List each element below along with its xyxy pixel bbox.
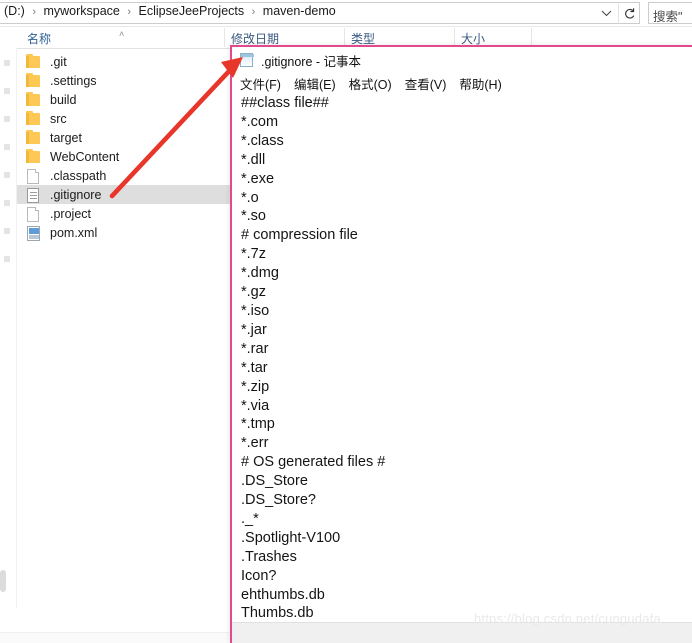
search-input[interactable]: 搜索": [648, 2, 692, 24]
text-line: *.com: [241, 113, 279, 130]
text-line: *.class: [241, 132, 284, 149]
chevron-down-icon[interactable]: [596, 3, 616, 23]
notepad-icon: [239, 52, 255, 68]
text-line: *.7z: [241, 246, 266, 263]
file-name: build: [50, 92, 77, 107]
breadcrumb-item-eclipsejeeprojects[interactable]: EclipseJeeProjects: [139, 4, 245, 18]
text-line: .DS_Store?: [241, 492, 316, 509]
file-name: target: [50, 130, 82, 145]
text-line: .Spotlight-V100: [241, 529, 341, 546]
breadcrumb-separator: ›: [32, 6, 36, 18]
text-line: Icon?: [241, 567, 277, 584]
notepad-text-area[interactable]: ##class file## *.com *.class *.dll *.exe…: [232, 94, 692, 623]
window-title: .gitignore - 记事本: [261, 54, 362, 69]
text-line: *.exe: [241, 170, 275, 187]
file-name: src: [50, 111, 67, 126]
text-line: *.tar: [241, 359, 268, 376]
folder-icon: [26, 129, 42, 146]
file-name: .git: [50, 54, 67, 69]
text-line: *.tmp: [241, 416, 275, 433]
folder-icon: [26, 110, 42, 127]
nav-tree-node[interactable]: [4, 256, 10, 262]
sort-ascending-icon: ˄: [119, 29, 125, 39]
screenshot-root: (D:) › myworkspace › EclipseJeeProjects …: [0, 0, 692, 643]
text-line: ._*: [241, 510, 259, 527]
breadcrumb-item-drive[interactable]: (D:): [4, 4, 25, 18]
notepad-menu-bar: 文件(F) 编辑(E) 格式(O) 查看(V) 帮助(H): [232, 73, 692, 94]
breadcrumb-separator: ›: [127, 6, 132, 18]
scrollbar-thumb[interactable]: [0, 570, 6, 592]
menu-format[interactable]: 格式(O): [349, 74, 392, 93]
text-line: *.zip: [241, 378, 270, 395]
document-icon: [26, 168, 42, 184]
text-file-icon: [26, 187, 42, 203]
menu-help[interactable]: 帮助(H): [459, 74, 501, 93]
nav-tree-node[interactable]: [4, 116, 10, 122]
folder-icon: [26, 72, 42, 89]
text-line: *.iso: [241, 302, 270, 319]
text-line: *.o: [241, 189, 259, 206]
column-header-name[interactable]: 名称: [27, 30, 51, 47]
file-name: .gitignore: [50, 187, 102, 202]
explorer-status-bar: [0, 632, 230, 643]
breadcrumb-item-maven-demo[interactable]: maven-demo: [263, 4, 336, 18]
document-icon: [26, 206, 42, 222]
folder-icon: [26, 148, 42, 165]
text-line: .Trashes: [241, 548, 297, 565]
menu-file[interactable]: 文件(F): [240, 74, 281, 93]
column-divider[interactable]: [224, 28, 225, 47]
nav-tree-node[interactable]: [4, 60, 10, 66]
text-line: ##class file##: [241, 95, 329, 111]
text-line: *.jar: [241, 321, 267, 338]
text-line: *.rar: [241, 340, 269, 357]
breadcrumb-separator: ›: [251, 6, 256, 18]
file-name: .project: [50, 206, 91, 221]
folder-icon: [26, 91, 42, 108]
text-line: *.via: [241, 397, 270, 414]
nav-tree-node[interactable]: [4, 144, 10, 150]
text-line: *.dmg: [241, 265, 279, 282]
navigation-pane[interactable]: [0, 48, 17, 608]
nav-tree-node[interactable]: [4, 172, 10, 178]
text-line: *.err: [241, 435, 269, 452]
text-line: *.dll: [241, 151, 266, 168]
refresh-icon[interactable]: [618, 2, 640, 24]
file-name: WebContent: [50, 149, 120, 164]
file-name: .settings: [50, 73, 97, 88]
folder-icon: [26, 53, 42, 70]
notepad-title-bar[interactable]: .gitignore - 记事本: [232, 47, 692, 73]
search-placeholder: 搜索": [653, 10, 683, 24]
text-line: *.gz: [241, 284, 266, 301]
menu-view[interactable]: 查看(V): [405, 74, 447, 93]
menu-edit[interactable]: 编辑(E): [294, 74, 336, 93]
breadcrumb-item-myworkspace[interactable]: myworkspace: [43, 4, 119, 18]
file-name: .classpath: [50, 168, 107, 183]
explorer-address-bar: (D:) › myworkspace › EclipseJeeProjects …: [0, 0, 692, 27]
nav-tree-node[interactable]: [4, 88, 10, 94]
xml-file-icon: [26, 225, 42, 241]
breadcrumb: (D:) › myworkspace › EclipseJeeProjects …: [4, 4, 336, 18]
text-line: ehthumbs.db: [241, 586, 325, 603]
text-line: *.so: [241, 208, 266, 225]
text-line: # compression file: [241, 227, 358, 244]
nav-tree-node[interactable]: [4, 228, 10, 234]
text-line: # OS generated files #: [241, 454, 386, 471]
notepad-window: .gitignore - 记事本 文件(F) 编辑(E) 格式(O) 查看(V)…: [230, 45, 692, 643]
watermark-text: https://blog.csdn.net/cungudafa: [474, 611, 661, 626]
text-line: .DS_Store: [241, 473, 308, 490]
file-name: pom.xml: [50, 225, 98, 240]
nav-tree-node[interactable]: [4, 200, 10, 206]
